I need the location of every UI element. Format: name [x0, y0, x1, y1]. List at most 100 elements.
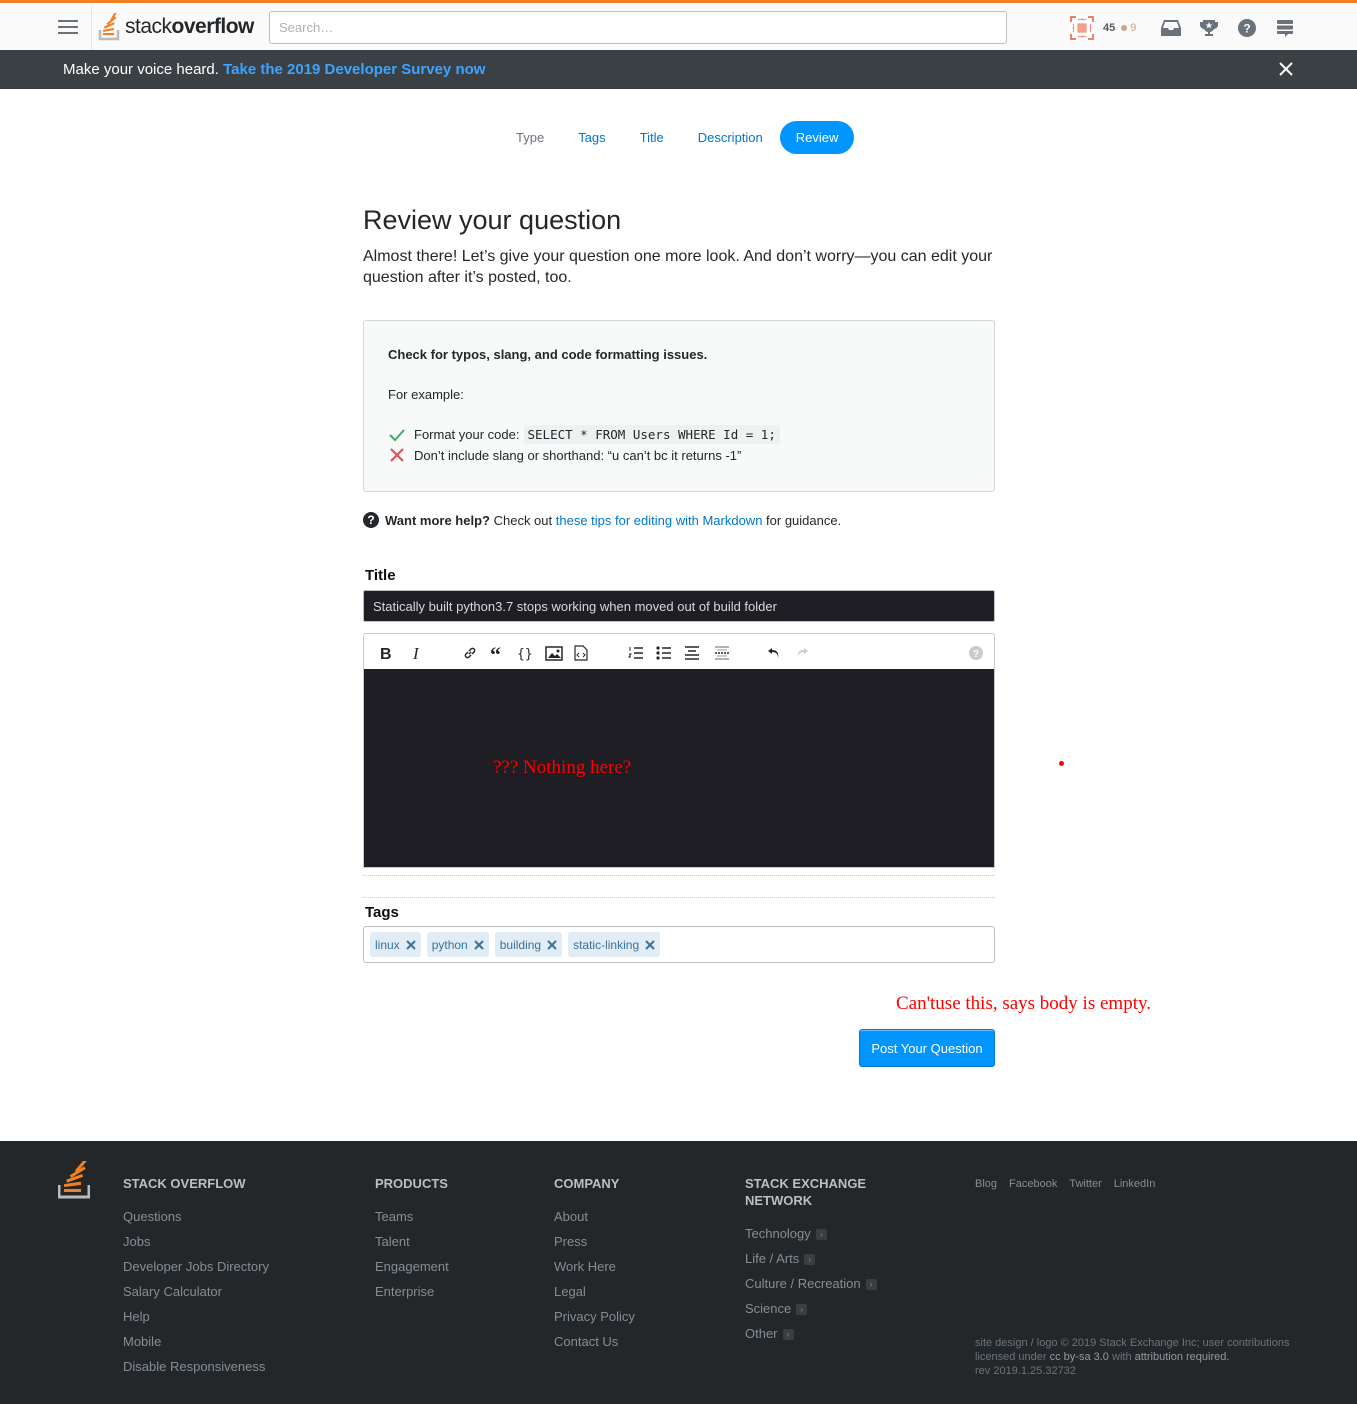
footer-link-about[interactable]: About — [554, 1204, 635, 1229]
help-button[interactable]: ? — [1228, 6, 1266, 50]
tags-input[interactable]: linux python building static-linking — [363, 926, 995, 963]
footer-logo[interactable] — [57, 1158, 91, 1204]
footer-social-links: Blog Facebook Twitter LinkedIn — [975, 1178, 1167, 1190]
markdown-tips-link[interactable]: these tips for editing with Markdown — [556, 513, 763, 528]
tip-code-sample: SELECT * FROM Users WHERE Id = 1; — [523, 425, 780, 444]
footer-link-press[interactable]: Press — [554, 1229, 635, 1254]
redo-icon — [797, 648, 808, 658]
footer-link-questions[interactable]: Questions — [123, 1204, 269, 1229]
footer-link-twitter[interactable]: Twitter — [1069, 1178, 1101, 1190]
search-input[interactable] — [269, 11, 1007, 44]
revision: rev 2019.1.25.32732 — [975, 1365, 1076, 1377]
post-question-button[interactable]: Post Your Question — [859, 1029, 995, 1067]
tip-good: Format your code: SELECT * FROM Users WH… — [388, 425, 780, 444]
tag-building[interactable]: building — [494, 932, 563, 957]
footer-link-work-here[interactable]: Work Here — [554, 1254, 635, 1279]
site-logo[interactable]: stackoverflow — [98, 9, 254, 45]
footer-link-engagement[interactable]: Engagement — [375, 1254, 449, 1279]
survey-banner: Make your voice heard. Take the 2019 Dev… — [0, 50, 1357, 89]
footer-link-privacy-policy[interactable]: Privacy Policy — [554, 1304, 635, 1329]
footer-link-culture-recreation[interactable]: Culture / Recreation › — [745, 1271, 877, 1296]
footer-link-talent[interactable]: Talent — [375, 1229, 449, 1254]
horizontal-rule-button[interactable] — [712, 643, 732, 663]
top-nav: 45 9 ? — [1070, 6, 1304, 50]
svg-text:“: “ — [490, 646, 501, 660]
x-mark-icon — [388, 447, 406, 463]
editor-resize-grip[interactable] — [363, 875, 995, 876]
chevron-right-icon: › — [865, 1279, 877, 1291]
footer-link-other[interactable]: Other › — [745, 1321, 877, 1346]
title-label: Title — [365, 567, 396, 584]
footer-link-jobs[interactable]: Jobs — [123, 1229, 269, 1254]
link-label: Other — [745, 1326, 778, 1341]
footer-link-legal[interactable]: Legal — [554, 1279, 635, 1304]
title-input[interactable] — [363, 590, 995, 622]
bold-button[interactable]: B — [376, 643, 396, 663]
footer-link-enterprise[interactable]: Enterprise — [375, 1279, 449, 1304]
italic-button[interactable]: I — [408, 643, 428, 663]
user-avatar[interactable] — [1070, 16, 1094, 40]
hamburger-menu-icon[interactable] — [58, 20, 78, 34]
remove-tag-icon[interactable] — [547, 939, 557, 950]
tag-static-linking[interactable]: static-linking — [568, 932, 661, 957]
image-icon — [545, 645, 563, 661]
step-description[interactable]: Description — [681, 121, 780, 154]
image-button[interactable] — [544, 643, 564, 663]
code-button[interactable]: {} — [515, 643, 535, 663]
annotation-body-empty: Can'tuse this, says body is empty. — [896, 993, 1151, 1014]
tip-bad-label: Don’t include slang or shorthand: “u can… — [414, 447, 742, 463]
site-footer: Stack Overflow Questions Jobs Developer … — [0, 1141, 1357, 1404]
footer-link-linkedin[interactable]: LinkedIn — [1114, 1178, 1156, 1190]
footer-col-stack-exchange: Stack Exchange Network Technology › Life /… — [745, 1175, 877, 1346]
footer-link-life-arts[interactable]: Life / Arts › — [745, 1246, 877, 1271]
banner-close-button[interactable] — [1278, 61, 1294, 77]
snippet-icon — [574, 645, 588, 661]
survey-link[interactable]: Take the 2019 Developer Survey now — [223, 61, 485, 78]
heading-button[interactable] — [682, 643, 702, 663]
inbox-button[interactable] — [1152, 6, 1190, 50]
ordered-list-button[interactable] — [626, 643, 646, 663]
step-type[interactable]: Type — [499, 121, 561, 154]
markdown-help: ? Want more help? Check out these tips f… — [363, 512, 841, 528]
attribution-link[interactable]: attribution required. — [1135, 1351, 1230, 1363]
body-textarea[interactable] — [364, 669, 994, 867]
tag-linux[interactable]: linux — [370, 932, 421, 957]
footer-link-blog[interactable]: Blog — [975, 1178, 997, 1190]
tag-label: python — [431, 937, 468, 952]
step-title[interactable]: Title — [623, 121, 681, 154]
footer-link-facebook[interactable]: Facebook — [1009, 1178, 1057, 1190]
editor-toolbar: B I “ {} ? — [364, 634, 994, 669]
remove-tag-icon[interactable] — [405, 939, 416, 950]
achievements-button[interactable] — [1190, 6, 1228, 50]
footer-link-technology[interactable]: Technology › — [745, 1221, 877, 1246]
bulleted-list-button[interactable] — [654, 643, 674, 663]
logo-text-bold: overflow — [171, 15, 255, 38]
tag-python[interactable]: python — [426, 932, 489, 957]
remove-tag-icon[interactable] — [645, 939, 655, 950]
license-link[interactable]: cc by-sa 3.0 — [1050, 1351, 1109, 1363]
bronze-badge-number: 9 — [1130, 22, 1137, 34]
footer-col-company: Company About Press Work Here Legal Priv… — [554, 1175, 635, 1354]
link-button[interactable] — [460, 643, 480, 663]
step-review[interactable]: Review — [779, 121, 855, 154]
remove-tag-icon[interactable] — [474, 939, 484, 950]
editor-help-button[interactable]: ? — [966, 643, 986, 663]
copyright-line2: licensed under cc by-sa 3.0 with attribu… — [975, 1350, 1305, 1364]
blockquote-button[interactable]: “ — [488, 643, 508, 663]
redo-button[interactable] — [792, 643, 812, 663]
help-pre: Check out — [493, 512, 553, 528]
footer-link-teams[interactable]: Teams — [375, 1204, 449, 1229]
footer-link-developer-jobs-directory[interactable]: Developer Jobs Directory — [123, 1254, 269, 1279]
footer-link-help[interactable]: Help — [123, 1304, 269, 1329]
svg-text:?: ? — [973, 649, 979, 660]
footer-link-contact-us[interactable]: Contact Us — [554, 1329, 635, 1354]
footer-link-disable-responsiveness[interactable]: Disable Responsiveness — [123, 1354, 269, 1379]
site-switcher-button[interactable] — [1266, 6, 1304, 50]
footer-link-science[interactable]: Science › — [745, 1296, 877, 1321]
footer-link-salary-calculator[interactable]: Salary Calculator — [123, 1279, 269, 1304]
footer-link-mobile[interactable]: Mobile — [123, 1329, 269, 1354]
step-tags[interactable]: Tags — [561, 121, 622, 154]
quote-icon: “ — [490, 646, 501, 660]
snippet-button[interactable] — [571, 643, 591, 663]
undo-button[interactable] — [764, 643, 784, 663]
